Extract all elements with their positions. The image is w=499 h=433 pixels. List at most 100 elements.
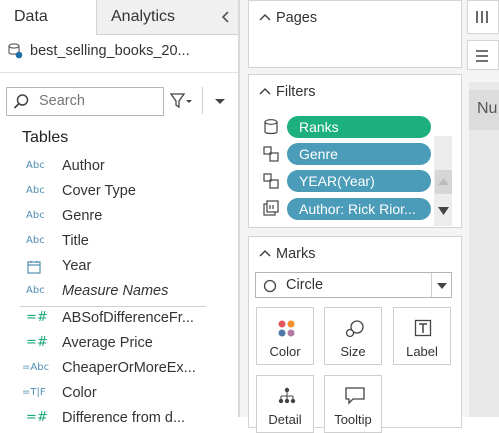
detail-button-label: Detail (268, 412, 302, 427)
search-input[interactable] (39, 91, 157, 110)
label-icon (414, 319, 432, 337)
field-label: Title (62, 233, 89, 249)
field-item-title[interactable]: Abc Title (0, 231, 238, 255)
tab-analytics[interactable]: Analytics (97, 0, 217, 34)
filter-pill-ranks[interactable]: Ranks (287, 116, 431, 138)
calculated-string-icon: =Abc (22, 362, 50, 373)
datasource-item[interactable]: best_selling_books_20... (4, 40, 234, 64)
filter-pill-label: YEAR(Year) (299, 173, 375, 189)
field-label: Genre (62, 208, 103, 224)
calculated-number-icon: =# (26, 410, 48, 425)
field-label: Year (62, 258, 92, 274)
field-item-color[interactable]: =T|F Color (0, 383, 238, 407)
filter-pill-label: Author: Rick Rior... (299, 201, 416, 217)
field-item-difference[interactable]: =# Difference from d... (0, 408, 238, 432)
rows-shelf[interactable] (467, 40, 499, 70)
datasource-icon (6, 42, 24, 60)
chevron-down-icon (435, 279, 449, 293)
tooltip-button[interactable]: Tooltip (324, 375, 382, 433)
field-label: Color (62, 385, 97, 401)
size-button[interactable]: Size (324, 307, 382, 365)
filter-pill-year[interactable]: YEAR(Year) (287, 170, 431, 192)
view-header: Nu (469, 90, 499, 130)
field-item-average-price[interactable]: =# Average Price (0, 333, 238, 357)
field-label: Author (62, 158, 105, 174)
linked-field-icon (262, 172, 280, 190)
field-item-abs-difference[interactable]: =# ABSofDifferenceFr... (0, 308, 238, 332)
field-label: ABSofDifferenceFr... (62, 310, 194, 326)
datasource-name: best_selling_books_20... (30, 43, 190, 59)
divider (202, 87, 203, 114)
linked-field-icon (262, 145, 280, 163)
view-pane: Nu (463, 0, 499, 417)
search-icon (12, 93, 30, 111)
filter-pill-author[interactable]: Author: Rick Rior... (287, 198, 431, 220)
tooltip-button-label: Tooltip (334, 412, 372, 427)
marks-title: Marks (276, 246, 316, 262)
pages-card: Pages (248, 0, 462, 68)
rows-icon (474, 48, 490, 64)
size-icon (344, 319, 366, 341)
calendar-icon (27, 260, 41, 274)
tab-analytics-label: Analytics (111, 8, 176, 25)
dimension-measure-separator (20, 306, 206, 307)
field-item-author[interactable]: Abc Author (0, 156, 238, 180)
string-type-icon: Abc (26, 235, 45, 246)
label-button[interactable]: Label (393, 307, 451, 365)
string-type-icon: Abc (26, 160, 45, 171)
mark-type-value: Circle (286, 277, 324, 293)
filter-pill-genre[interactable]: Genre (287, 143, 431, 165)
divider (431, 273, 432, 297)
collapse-chevron-icon[interactable] (258, 11, 272, 25)
field-label: Measure Names (62, 283, 169, 299)
search-field[interactable] (6, 87, 164, 116)
string-type-icon: Abc (26, 185, 45, 196)
field-label: Average Price (62, 335, 153, 351)
field-label: CheaperOrMoreEx... (62, 360, 196, 376)
side-tabbar: Data Analytics (0, 0, 238, 35)
view-header-text: Nu (477, 100, 498, 117)
mark-type-dropdown[interactable]: Circle (255, 272, 452, 298)
filter-pill-label: Ranks (299, 119, 339, 135)
label-button-label: Label (406, 344, 438, 359)
sheet-icon (262, 200, 280, 218)
scroll-down-arrow-icon[interactable] (435, 199, 452, 223)
tab-data[interactable]: Data (0, 0, 96, 35)
pages-title: Pages (276, 10, 318, 26)
field-label: Cover Type (62, 183, 136, 199)
string-type-icon: Abc (26, 210, 45, 221)
data-pane: Data Analytics best_selling_books_20... (0, 0, 238, 426)
calculated-boolean-icon: =T|F (22, 387, 46, 398)
tab-data-label: Data (14, 8, 48, 25)
field-item-cheaper-or-more[interactable]: =Abc CheaperOrMoreEx... (0, 358, 238, 382)
collapse-chevron-icon[interactable] (258, 85, 272, 99)
columns-icon (474, 9, 490, 25)
field-item-measure-names[interactable]: Abc Measure Names (0, 281, 238, 305)
detail-button[interactable]: Detail (256, 375, 314, 433)
filter-fields-icon[interactable] (169, 92, 194, 110)
field-item-year[interactable]: Year (0, 256, 238, 280)
color-icon (277, 319, 297, 339)
view-canvas[interactable]: Nu (469, 82, 499, 417)
color-button[interactable]: Color (256, 307, 314, 365)
filter-pill-label: Genre (299, 146, 338, 162)
field-item-cover-type[interactable]: Abc Cover Type (0, 181, 238, 205)
scroll-up-arrow-icon[interactable] (435, 170, 452, 194)
filters-title: Filters (276, 84, 316, 100)
collapse-chevron-icon[interactable] (258, 247, 272, 261)
field-label: Difference from d... (62, 410, 186, 426)
size-button-label: Size (340, 344, 366, 359)
string-type-icon: Abc (26, 285, 45, 296)
calculated-number-icon: =# (26, 310, 48, 325)
divider (0, 72, 238, 73)
pane-menu-icon[interactable] (212, 94, 228, 108)
field-item-genre[interactable]: Abc Genre (0, 206, 238, 230)
collapse-pane-icon[interactable] (218, 9, 234, 25)
database-icon (262, 118, 280, 136)
color-button-label: Color (269, 344, 301, 359)
circle-icon (263, 279, 277, 293)
detail-icon (277, 386, 297, 406)
tables-header: Tables (22, 129, 69, 146)
tooltip-icon (344, 386, 366, 406)
columns-shelf[interactable] (467, 0, 499, 34)
